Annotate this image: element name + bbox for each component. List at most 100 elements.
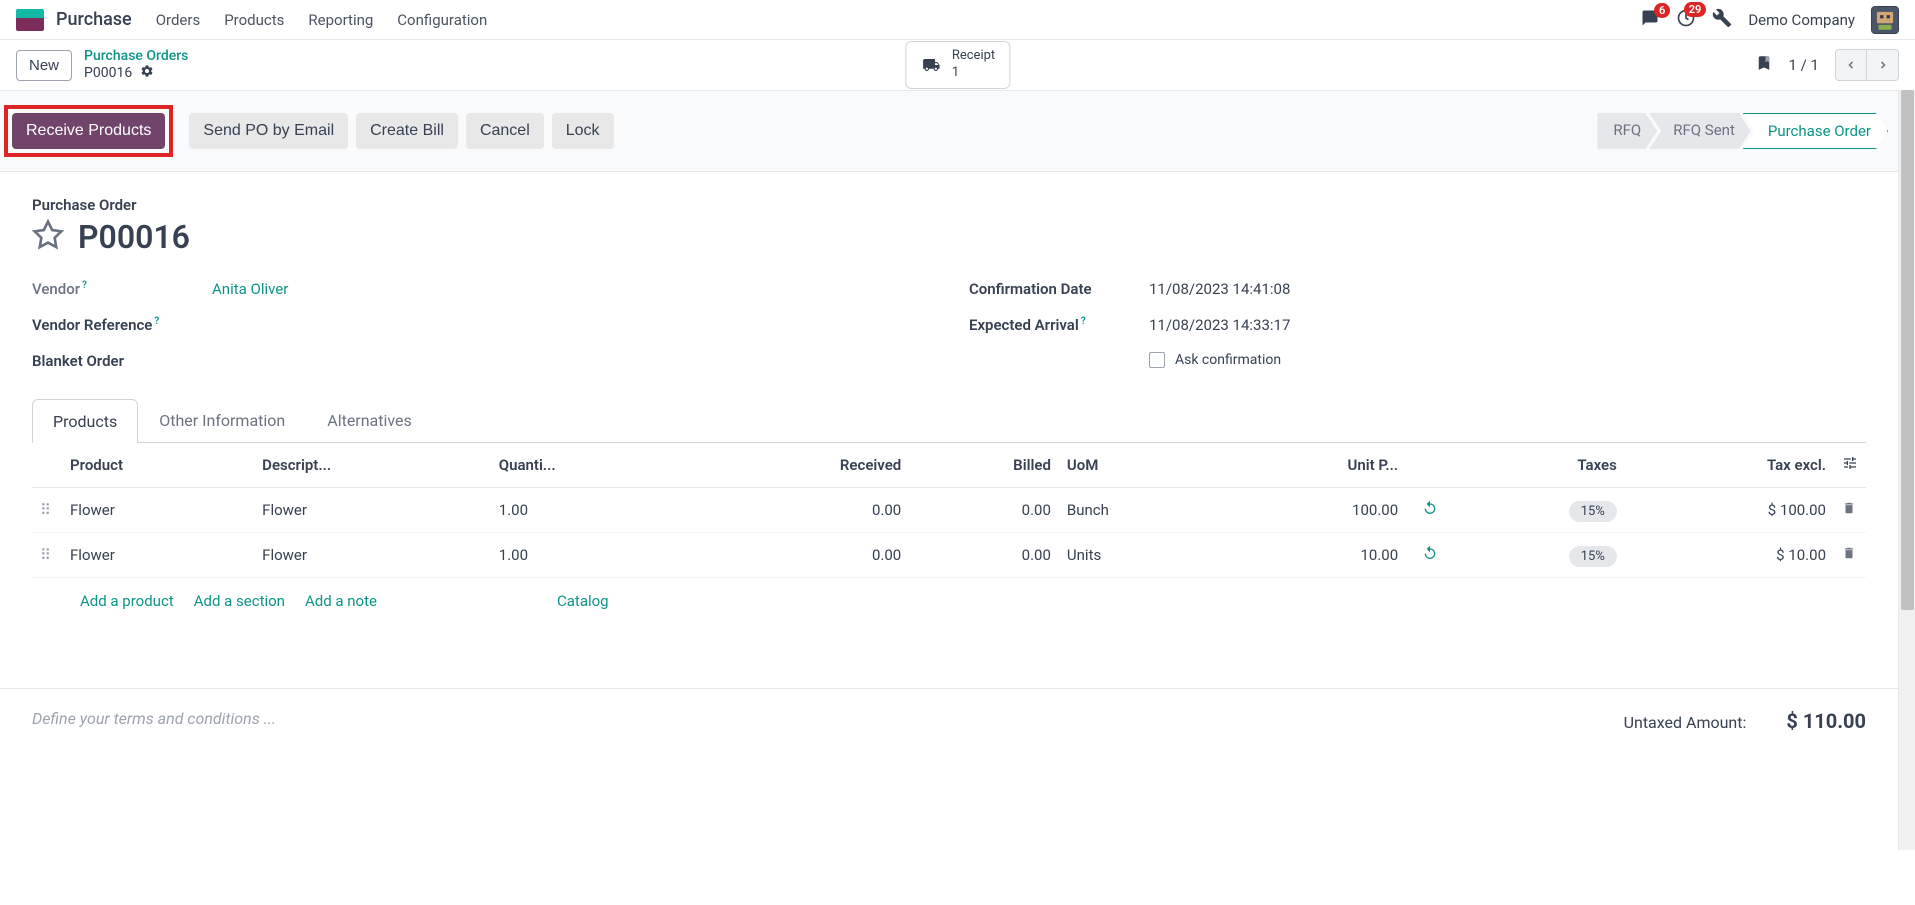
pager-buttons — [1835, 49, 1899, 81]
th-quantity[interactable]: Quanti... — [491, 443, 694, 488]
th-taxes[interactable]: Taxes — [1446, 443, 1625, 488]
company-name[interactable]: Demo Company — [1748, 11, 1855, 29]
cell-unit-price[interactable]: 100.00 — [1221, 488, 1407, 533]
cell-billed[interactable]: 0.00 — [909, 533, 1059, 578]
cell-quantity[interactable]: 1.00 — [491, 533, 694, 578]
expected-value[interactable]: 11/08/2023 14:33:17 — [1149, 316, 1290, 334]
app-name[interactable]: Purchase — [56, 9, 132, 30]
tab-other[interactable]: Other Information — [138, 398, 306, 442]
scrollbar[interactable] — [1898, 90, 1915, 850]
nav-configuration[interactable]: Configuration — [397, 11, 487, 29]
table-actions: Add a product Add a section Add a note C… — [32, 578, 1866, 624]
refresh-icon[interactable] — [1422, 500, 1438, 520]
nav-products[interactable]: Products — [224, 11, 284, 29]
tab-alternatives[interactable]: Alternatives — [306, 398, 433, 442]
activities-icon[interactable]: 29 — [1676, 8, 1696, 32]
user-avatar[interactable] — [1871, 6, 1899, 34]
cancel-button[interactable]: Cancel — [466, 113, 544, 149]
lock-button[interactable]: Lock — [552, 113, 614, 149]
help-icon[interactable]: ? — [82, 280, 87, 291]
totals: Untaxed Amount: $ 110.00 — [1624, 709, 1866, 733]
send-po-button[interactable]: Send PO by Email — [189, 113, 348, 149]
create-bill-button[interactable]: Create Bill — [356, 113, 458, 149]
form-col-right: Confirmation Date 11/08/2023 14:41:08 Ex… — [969, 280, 1866, 370]
cell-taxes[interactable]: 15% — [1446, 488, 1625, 533]
th-received[interactable]: Received — [694, 443, 909, 488]
adjust-columns-icon[interactable] — [1842, 457, 1858, 475]
drag-handle-icon[interactable]: ⠿ — [32, 533, 62, 578]
th-product[interactable]: Product — [62, 443, 254, 488]
vendor-ref-field: Vendor Reference? — [32, 316, 929, 334]
messages-icon[interactable]: 6 — [1640, 9, 1660, 31]
receipt-label: Receipt — [952, 48, 995, 65]
th-uom[interactable]: UoM — [1059, 443, 1221, 488]
cell-product[interactable]: Flower — [62, 533, 254, 578]
catalog-link[interactable]: Catalog — [557, 592, 609, 610]
breadcrumb-link[interactable]: Purchase Orders — [84, 48, 188, 64]
cell-received[interactable]: 0.00 — [694, 533, 909, 578]
receipt-count: 1 — [952, 65, 995, 82]
tab-products[interactable]: Products — [32, 399, 138, 443]
add-product-link[interactable]: Add a product — [80, 592, 174, 610]
th-billed[interactable]: Billed — [909, 443, 1059, 488]
delete-icon[interactable] — [1842, 546, 1856, 564]
status-purchase-order[interactable]: Purchase Order — [1743, 113, 1888, 149]
status-rfq[interactable]: RFQ — [1597, 113, 1657, 149]
nav-orders[interactable]: Orders — [156, 11, 201, 29]
cell-billed[interactable]: 0.00 — [909, 488, 1059, 533]
th-unit-price[interactable]: Unit P... — [1221, 443, 1407, 488]
debug-icon[interactable] — [1712, 8, 1732, 32]
breadcrumb-row: New Purchase Orders P00016 Receipt 1 1 /… — [0, 40, 1915, 90]
confirm-date-value: 11/08/2023 14:41:08 — [1149, 280, 1290, 298]
blanket-label: Blanket Order — [32, 352, 212, 370]
cell-unit-price[interactable]: 10.00 — [1221, 533, 1407, 578]
cell-quantity[interactable]: 1.00 — [491, 488, 694, 533]
cell-tax-excl[interactable]: $ 100.00 — [1625, 488, 1834, 533]
ask-confirm-label: Ask confirmation — [1175, 352, 1281, 368]
table-row[interactable]: ⠿ Flower Flower 1.00 0.00 0.00 Units 10.… — [32, 533, 1866, 578]
cell-description[interactable]: Flower — [254, 533, 491, 578]
receipt-stat-button[interactable]: Receipt 1 — [905, 41, 1010, 89]
pager-prev[interactable] — [1835, 49, 1867, 81]
breadcrumb-current: P00016 — [84, 64, 188, 82]
highlight-box: Receive Products — [4, 105, 173, 157]
cell-uom[interactable]: Units — [1059, 533, 1221, 578]
th-tax-excl[interactable]: Tax excl. — [1625, 443, 1834, 488]
new-button[interactable]: New — [16, 50, 72, 81]
cell-taxes[interactable]: 15% — [1446, 533, 1625, 578]
ask-confirm-field: Ask confirmation — [969, 352, 1866, 368]
expected-label: Expected Arrival? — [969, 316, 1149, 334]
untaxed-value: $ 110.00 — [1786, 709, 1866, 733]
vendor-label: Vendor? — [32, 280, 212, 298]
pager-next[interactable] — [1867, 49, 1899, 81]
nav-reporting[interactable]: Reporting — [308, 11, 373, 29]
th-description[interactable]: Descript... — [254, 443, 491, 488]
gear-icon[interactable] — [140, 64, 154, 82]
add-note-link[interactable]: Add a note — [305, 592, 377, 610]
cell-uom[interactable]: Bunch — [1059, 488, 1221, 533]
vendor-value[interactable]: Anita Oliver — [212, 280, 288, 298]
status-rfq-sent[interactable]: RFQ Sent — [1649, 113, 1751, 149]
scrollbar-thumb[interactable] — [1901, 90, 1914, 610]
refresh-icon[interactable] — [1422, 545, 1438, 565]
ask-confirm-checkbox[interactable] — [1149, 352, 1165, 368]
topbar: Purchase Orders Products Reporting Confi… — [0, 0, 1915, 40]
vendor-ref-label: Vendor Reference? — [32, 316, 212, 334]
help-icon[interactable]: ? — [1081, 316, 1086, 327]
help-icon[interactable]: ? — [154, 316, 159, 327]
vendor-field: Vendor? Anita Oliver — [32, 280, 929, 298]
terms-input[interactable]: Define your terms and conditions ... — [32, 709, 1624, 733]
bookmark-icon[interactable] — [1755, 52, 1773, 78]
add-section-link[interactable]: Add a section — [194, 592, 285, 610]
drag-handle-icon[interactable]: ⠿ — [32, 488, 62, 533]
confirm-date-label: Confirmation Date — [969, 280, 1149, 298]
app-logo[interactable] — [16, 9, 44, 31]
delete-icon[interactable] — [1842, 501, 1856, 519]
cell-description[interactable]: Flower — [254, 488, 491, 533]
receive-products-button[interactable]: Receive Products — [12, 113, 165, 149]
cell-product[interactable]: Flower — [62, 488, 254, 533]
cell-tax-excl[interactable]: $ 10.00 — [1625, 533, 1834, 578]
star-icon[interactable] — [32, 219, 64, 255]
cell-received[interactable]: 0.00 — [694, 488, 909, 533]
table-row[interactable]: ⠿ Flower Flower 1.00 0.00 0.00 Bunch 100… — [32, 488, 1866, 533]
